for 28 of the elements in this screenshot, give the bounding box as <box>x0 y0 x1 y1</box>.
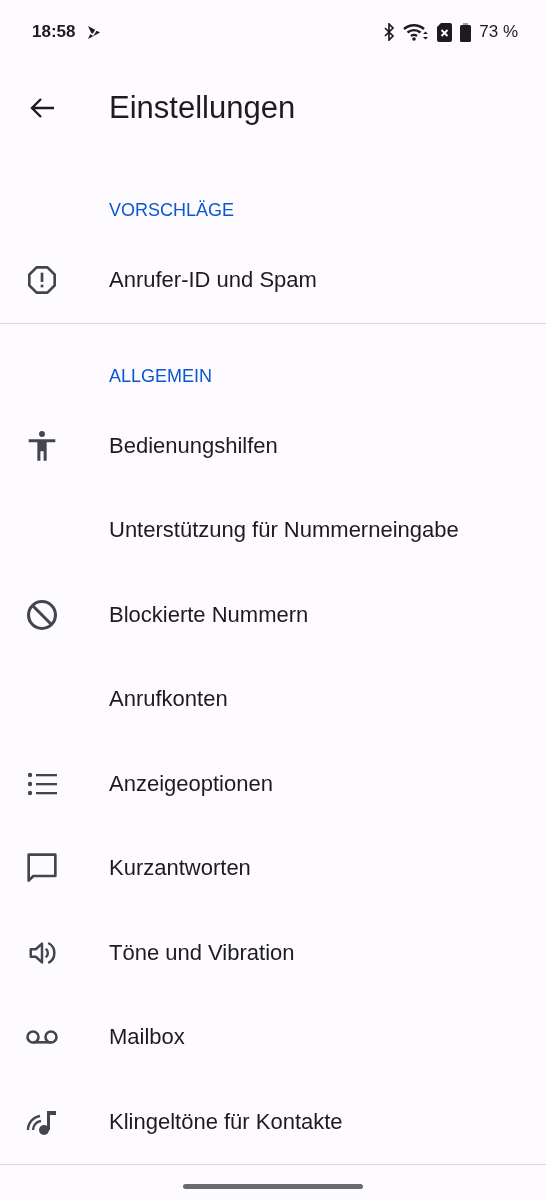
page-title: Einstellungen <box>109 90 296 126</box>
section-header: ALLGEMEIN <box>109 364 213 388</box>
accessibility-icon <box>27 429 57 462</box>
gesture-handle[interactable] <box>183 1184 363 1189</box>
settings-item[interactable]: Anrufkonten <box>0 657 546 742</box>
section-header: VORSCHLÄGE <box>109 199 235 222</box>
sim-card-icon <box>437 22 453 42</box>
settings-item[interactable]: Töne und Vibration <box>0 910 546 995</box>
block-icon <box>25 597 59 632</box>
battery-icon <box>460 22 472 42</box>
message-icon <box>26 852 58 885</box>
voicemail-icon <box>26 1029 58 1046</box>
wifi-icon <box>403 23 430 41</box>
settings-item[interactable]: Kurzantworten <box>0 826 546 911</box>
settings-item[interactable]: Klingeltöne für Kontakte <box>0 1079 546 1164</box>
settings-item[interactable]: Mailbox <box>0 995 546 1080</box>
clock: 18:58 <box>32 22 76 42</box>
settings-item[interactable]: Blockierte Nummern <box>0 572 546 657</box>
notification-icon <box>87 25 102 39</box>
back-arrow-icon <box>29 97 55 119</box>
settings-item[interactable]: Anzeigeoptionen <box>0 741 546 826</box>
settings-item[interactable]: Bedienungshilfen <box>0 403 546 488</box>
settings-item[interactable]: Unterstützung für Nummerneingabe <box>0 488 546 573</box>
battery-percentage: 73 % <box>479 22 518 42</box>
list-icon <box>27 771 57 796</box>
alert-octagon-icon <box>26 264 58 297</box>
settings-item[interactable]: Anrufer-ID und Spam <box>0 238 546 323</box>
bluetooth-icon <box>383 23 396 41</box>
